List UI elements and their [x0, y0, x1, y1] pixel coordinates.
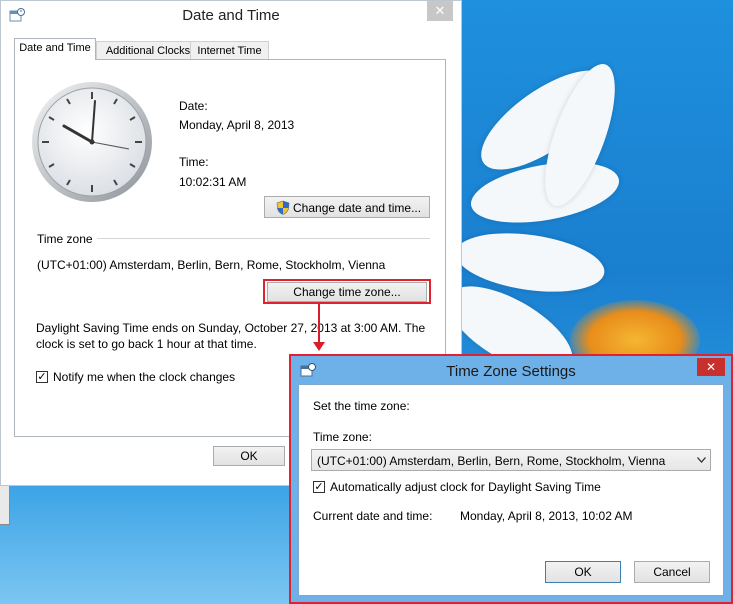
notify-checkbox-label: Notify me when the clock changes — [53, 370, 236, 384]
tz-body: Set the time zone: Time zone: (UTC+01:00… — [298, 384, 724, 596]
current-date-time-value: Monday, April 8, 2013, 10:02 AM — [460, 509, 633, 523]
time-zone-value: (UTC+01:00) Amsterdam, Berlin, Bern, Rom… — [37, 258, 386, 272]
time-label: Time: — [179, 155, 209, 169]
uac-shield-icon — [276, 200, 290, 215]
dst-text-line2: clock is set to go back 1 hour at that t… — [36, 337, 257, 351]
highlight-box — [263, 279, 431, 304]
auto-dst-label: Automatically adjust clock for Daylight … — [330, 480, 601, 494]
analog-clock-icon — [32, 82, 152, 202]
auto-dst-checkbox[interactable]: ✓ — [313, 481, 325, 493]
ok-button[interactable]: OK — [213, 446, 285, 466]
tz-title-bar: Time Zone Settings ✕ — [291, 356, 731, 384]
tab-internet-time[interactable]: Internet Time — [190, 41, 269, 59]
annotation-arrow — [318, 304, 320, 344]
current-date-time-label: Current date and time: — [313, 509, 433, 523]
tab-date-and-time[interactable]: Date and Time — [14, 38, 96, 60]
annotation-arrow-head — [313, 342, 325, 351]
close-button[interactable]: ✕ — [427, 1, 453, 21]
date-label: Date: — [179, 99, 208, 113]
tab-additional-clocks[interactable]: Additional Clocks — [96, 41, 200, 59]
time-zone-select[interactable]: (UTC+01:00) Amsterdam, Berlin, Bern, Rom… — [311, 449, 711, 471]
tz-cancel-button[interactable]: Cancel — [634, 561, 710, 583]
change-date-time-label: Change date and time... — [293, 201, 422, 215]
time-zone-selected: (UTC+01:00) Amsterdam, Berlin, Bern, Rom… — [317, 454, 666, 468]
time-zone-label: Time zone: — [313, 430, 372, 444]
chevron-down-icon — [697, 457, 706, 463]
tz-close-button[interactable]: ✕ — [697, 358, 725, 376]
change-date-time-button[interactable]: Change date and time... — [264, 196, 430, 218]
dst-text-line1: Daylight Saving Time ends on Sunday, Oct… — [36, 321, 426, 335]
tz-dialog-title: Time Zone Settings — [446, 363, 576, 380]
background-window-fragment — [0, 485, 10, 525]
time-value: 10:02:31 AM — [179, 175, 247, 189]
notify-checkbox[interactable]: ✓ — [36, 371, 48, 383]
time-zone-settings-dialog: Time Zone Settings ✕ Set the time zone: … — [289, 354, 733, 604]
set-time-zone-label: Set the time zone: — [313, 399, 410, 413]
title-bar: Date and Time ✕ — [1, 1, 461, 31]
time-zone-section-label: Time zone — [37, 232, 93, 246]
section-divider — [97, 238, 430, 239]
date-value: Monday, April 8, 2013 — [179, 118, 295, 132]
dialog-title: Date and Time — [182, 7, 280, 24]
tz-ok-button[interactable]: OK — [545, 561, 621, 583]
